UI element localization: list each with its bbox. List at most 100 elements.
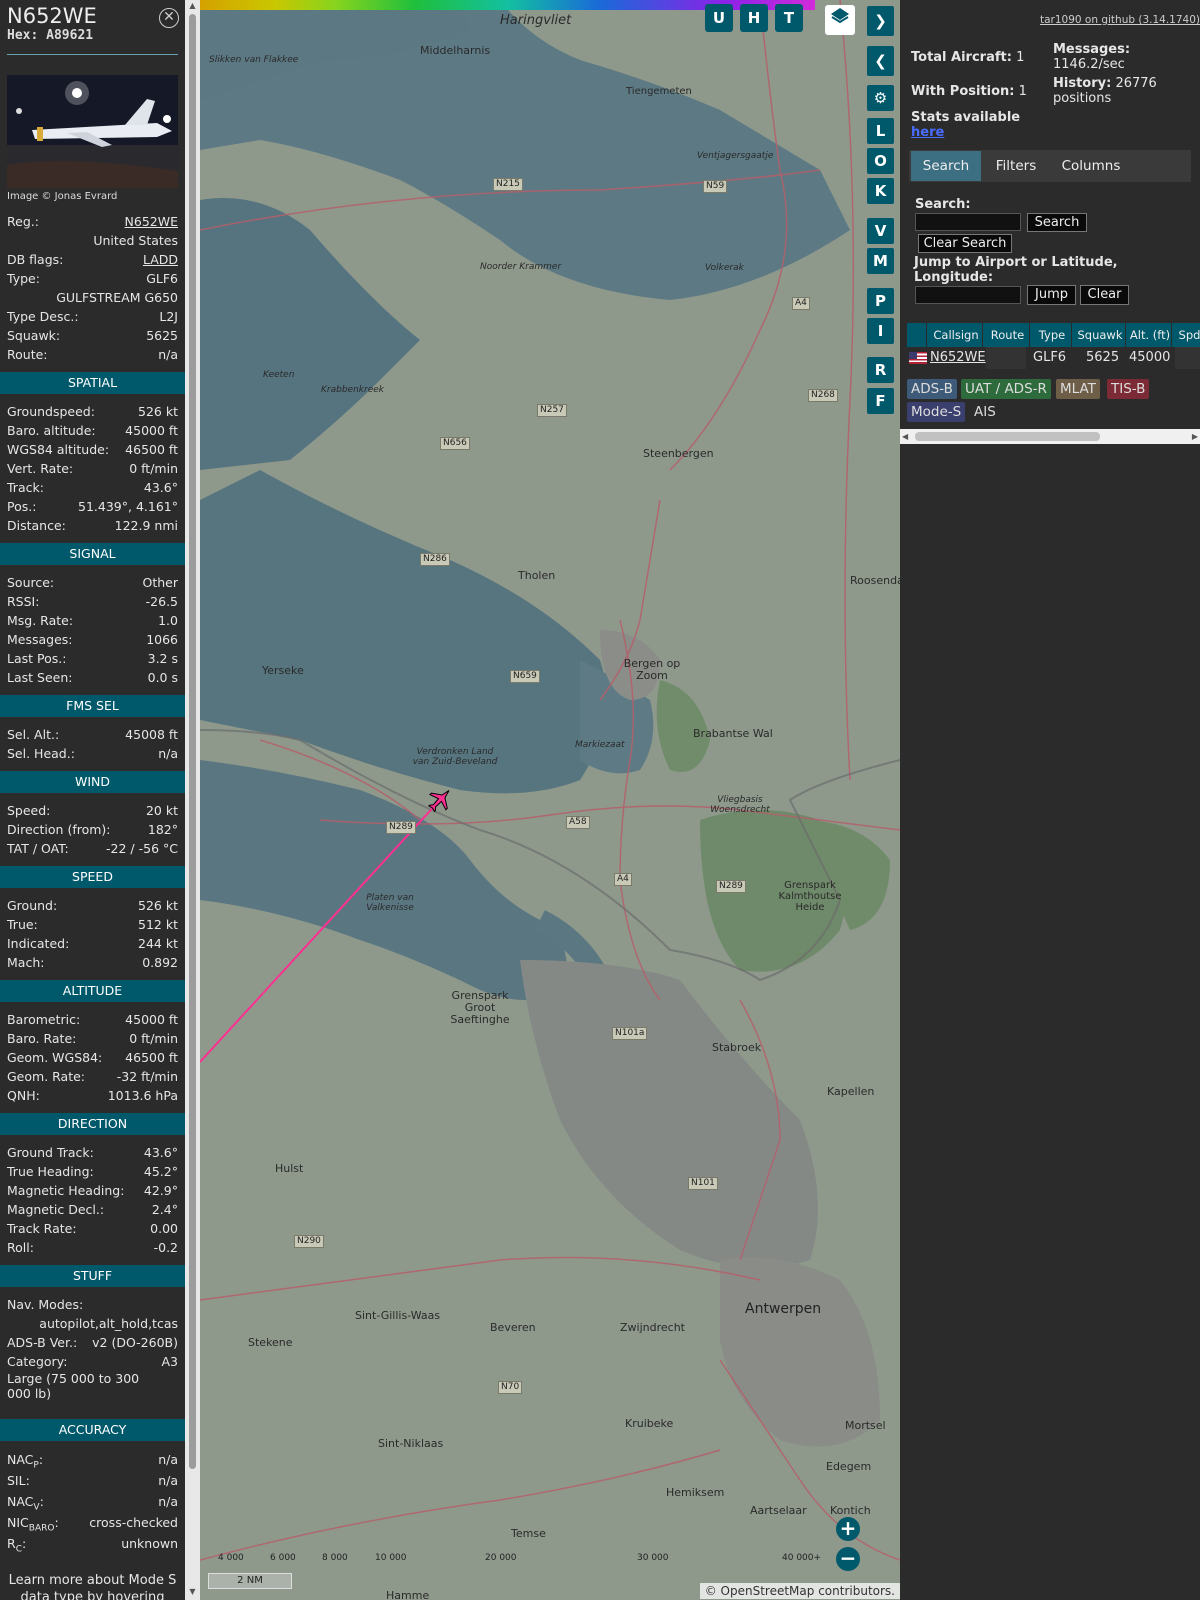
info-row-value: 43.6° [143,480,178,495]
tab-columns[interactable]: Columns [1051,151,1131,181]
map-button-m[interactable]: M [867,248,894,274]
aircraft-hex: Hex: A89621 [7,28,178,43]
zoom-in-button[interactable]: + [836,1517,860,1541]
tab-search[interactable]: Search [911,151,981,181]
with-position-label: With Position: [911,84,1015,99]
section-header-fms-sel: FMS SEL [0,695,185,717]
info-row: RSSI: -26.5 [0,592,185,611]
stats-link[interactable]: here [911,125,944,140]
map-button-p[interactable]: P [867,288,894,314]
row-callsign[interactable]: N652WE [930,347,986,369]
road-label: N656 [440,437,470,450]
search-button[interactable]: Search [1027,213,1087,232]
map-label-roosendaal: Roosendaal [850,574,900,587]
hscroll-left-icon[interactable]: ◀ [902,429,908,444]
info-row-value: 0.0 s [147,670,178,685]
table-hscrollbar[interactable]: ◀ ▶ [900,429,1200,444]
map-label-sint-niklaas: Sint-Niklaas [378,1437,444,1450]
source-uat[interactable]: UAT / ADS-R [961,379,1051,399]
info-row-label: Type: [7,271,40,286]
expand-right-icon[interactable]: ❯ [867,6,894,36]
column-header-spd[interactable]: Spd [1175,323,1200,347]
map-button-r[interactable]: R [867,357,894,383]
column-header-route[interactable]: Route [986,323,1030,347]
map-button-v[interactable]: V [867,218,894,244]
attribution-link[interactable]: OpenStreetMap [721,1584,815,1598]
info-row-value: n/a [158,746,178,761]
source-tisb[interactable]: TIS-B [1107,379,1150,399]
info-row-label: Sel. Head.: [7,746,75,761]
source-modes[interactable]: Mode-S [907,402,966,422]
info-row-label: True Heading: [7,1164,94,1179]
row-type: GLF6 [1033,350,1067,365]
info-row-value[interactable]: LADD [143,250,178,269]
aircraft-table: Callsign Route Type Squawk Alt. (ft) Spd N652… [907,323,1200,369]
column-header-type[interactable]: Type [1033,323,1072,347]
hscroll-right-icon[interactable]: ▶ [1192,429,1198,444]
source-mlat[interactable]: MLAT [1056,379,1100,399]
adsb-version-row: ADS-B Ver.: v2 (DO-260B) [0,1333,185,1352]
source-ais[interactable]: AIS [970,402,1000,422]
info-row-value: 0.892 [142,955,178,970]
scroll-up-icon[interactable]: ▲ [185,0,200,12]
info-row: TAT / OAT: -22 / -56 °C [0,839,185,858]
tab-filters[interactable]: Filters [984,151,1048,181]
jump-input[interactable] [915,286,1021,304]
accuracy-label-colon: : [38,1452,44,1467]
map-button-o[interactable]: O [867,148,894,174]
map-button-h[interactable]: H [740,4,768,32]
info-row-label: Messages: [7,632,73,647]
info-row-label: WGS84 altitude: [7,442,110,457]
info-row-value: 526 kt [138,404,178,419]
aircraft-photo[interactable] [7,75,178,188]
layers-icon[interactable] [825,5,855,35]
accuracy-row: RC: unknown [0,1533,185,1555]
jump-button[interactable]: Jump [1027,285,1076,305]
column-header-flag[interactable] [907,323,927,347]
zoom-out-button[interactable]: − [836,1547,860,1571]
road-label: N59 [703,180,728,193]
map-button-f[interactable]: F [867,388,894,414]
search-input[interactable] [915,213,1021,231]
column-header-squawk[interactable]: Squawk [1075,323,1126,347]
info-row-value: 46500 ft [125,1050,178,1065]
info-row-label: Msg. Rate: [7,613,74,628]
column-header-alt-ft[interactable]: Alt. (ft) [1129,323,1172,347]
sidebar-scrollbar[interactable]: ▲ ▼ [185,0,200,1600]
map-label-mortsel: Mortsel [845,1419,886,1432]
section-header-signal: SIGNAL [0,543,185,565]
info-row-label: RSSI: [7,594,40,609]
github-link[interactable]: tar1090 on github (3.14.1740) [1040,14,1200,26]
footer-hint: Learn more about Mode S data type by hov… [8,1573,177,1600]
table-row[interactable]: N652WE GLF6 5625 45000 [907,347,1200,369]
collapse-left-icon[interactable]: ❮ [867,46,894,76]
info-row: Geom. Rate: -32 ft/min [0,1067,185,1086]
close-icon[interactable]: ✕ [159,8,179,28]
history-label: History: [1053,76,1112,91]
clear-button[interactable]: Clear [1080,285,1129,305]
info-row: Ground Track: 43.6° [0,1143,185,1162]
map-button-k[interactable]: K [867,178,894,204]
scale-label: 2 NM [237,1575,263,1586]
settings-gear-icon[interactable]: ⚙ [867,85,894,111]
info-row: QNH: 1013.6 hPa [0,1086,185,1105]
scrollbar-thumb[interactable] [189,14,196,1469]
map-label-hamme: Hamme [386,1589,430,1600]
source-adsb[interactable]: ADS-B [907,379,957,399]
info-row-value[interactable]: N652WE [125,212,178,231]
map-view[interactable]: Haringvliet Middelharnis Tiengemeten Ventja… [200,0,900,1600]
section-header-altitude: ALTITUDE [0,980,185,1002]
info-row-label: Track Rate: [7,1221,77,1236]
map-button-i[interactable]: I [867,318,894,344]
category-description: Large (75 000 to 300 000 lb) [7,1371,140,1401]
clear-search-button[interactable]: Clear Search [918,234,1012,253]
map-button-u[interactable]: U [705,4,733,32]
map-button-l[interactable]: L [867,118,894,144]
map-label-slikken-van-flakkee: Slikken van Flakkee [209,55,299,65]
scroll-down-icon[interactable]: ▼ [185,1586,200,1598]
accuracy-label: NICBARO: [7,1512,59,1534]
hscroll-thumb[interactable] [915,432,1100,441]
column-header-callsign[interactable]: Callsign [930,323,983,347]
info-row-label: Distance: [7,518,66,533]
map-button-t[interactable]: T [775,4,803,32]
